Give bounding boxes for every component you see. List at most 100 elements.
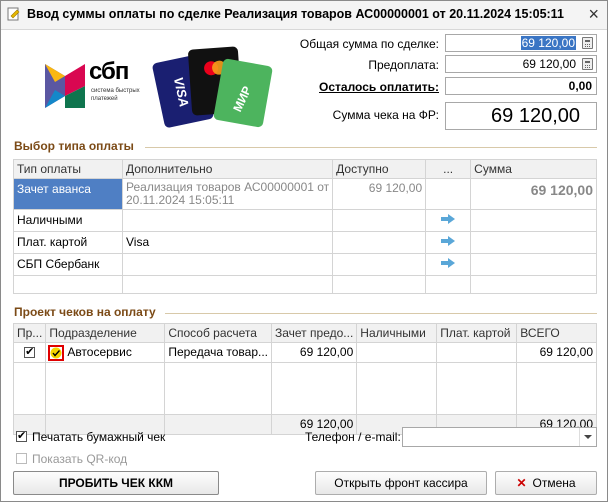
visa-text: VISA	[170, 75, 192, 109]
col-card[interactable]: Плат. картой	[436, 323, 518, 343]
sbp-logo-subtitle-2: платежей	[91, 96, 118, 102]
total-label: Общая сумма по сделке:	[299, 37, 439, 51]
receipt-value: 69 120,00	[491, 105, 580, 127]
action-cell[interactable]	[425, 178, 472, 210]
prepay-value: 69 120,00	[522, 57, 576, 71]
checkmark-icon[interactable]	[48, 344, 65, 361]
sum-cell[interactable]	[470, 231, 597, 254]
empty-row	[13, 275, 597, 294]
chevron-down-icon[interactable]	[579, 428, 596, 446]
receipts-section-title: Проект чеков на оплату	[14, 305, 156, 319]
show-qr-checkbox[interactable]	[16, 453, 27, 464]
available-cell[interactable]	[332, 231, 427, 254]
additional-line-2: 20.11.2024 15:05:11	[126, 193, 235, 207]
col-division[interactable]: Подразделение	[45, 323, 166, 343]
table-row[interactable]: Плат. картой Visa	[13, 231, 597, 254]
col-offset[interactable]: Зачет предо...	[270, 323, 358, 343]
title-bar: Ввод суммы оплаты по сделке Реализация т…	[1, 1, 607, 30]
table-row[interactable]: Зачет аванса Реализация товаров АС000000…	[13, 178, 597, 210]
col-cash[interactable]: Наличными	[356, 323, 438, 343]
available-cell[interactable]	[332, 253, 427, 276]
col-payment-type[interactable]: Тип оплаты	[13, 159, 123, 179]
sum-cell[interactable]: 69 120,00	[470, 178, 597, 210]
phone-email-field[interactable]	[402, 427, 597, 447]
calculator-icon[interactable]	[582, 37, 593, 49]
table-row[interactable]: Наличными	[13, 209, 597, 232]
document-edit-icon	[7, 7, 20, 21]
table-row[interactable]: СБП Сбербанк	[13, 253, 597, 276]
payment-type-cell[interactable]: СБП Сбербанк	[13, 253, 123, 276]
action-cell[interactable]	[425, 209, 472, 232]
remaining-value: 0,00	[568, 79, 592, 93]
print-checkbox[interactable]	[24, 345, 36, 358]
col-additional[interactable]: Дополнительно	[121, 159, 334, 179]
action-cell[interactable]	[425, 253, 472, 276]
punch-receipt-button[interactable]: ПРОБИТЬ ЧЕК ККМ	[13, 471, 219, 495]
open-cashier-front-label: Открыть фронт кассира	[334, 476, 468, 490]
section-divider	[145, 147, 597, 148]
payment-type-cell[interactable]: Зачет аванса	[13, 178, 123, 210]
col-method[interactable]: Способ расчета	[164, 323, 272, 343]
receipt-label: Сумма чека на ФР:	[332, 108, 439, 122]
remaining-field: 0,00	[445, 77, 597, 95]
sbp-logo: сбп система быстрых платежей	[43, 58, 143, 114]
total-value: 69 120,00	[520, 36, 576, 50]
close-button[interactable]: ×	[588, 4, 599, 25]
arrow-right-icon[interactable]	[441, 258, 456, 268]
total-cell[interactable]: 69 120,00	[516, 342, 597, 363]
payment-types-table: Тип оплаты Дополнительно Доступно ... Су…	[13, 159, 597, 294]
cash-cell[interactable]	[356, 342, 438, 363]
division-cell[interactable]: Автосервис	[45, 342, 166, 363]
prepay-label: Предоплата:	[368, 58, 439, 72]
action-cell[interactable]	[425, 231, 472, 254]
col-available[interactable]: Доступно	[332, 159, 427, 179]
print-paper-label[interactable]: Печатать бумажный чек	[32, 430, 165, 444]
additional-cell[interactable]	[121, 253, 334, 276]
receipt-field: 69 120,00	[445, 102, 597, 130]
mir-text: МИР	[230, 83, 255, 114]
card-cell[interactable]	[436, 342, 518, 363]
arrow-right-icon[interactable]	[441, 214, 456, 224]
method-cell[interactable]: Передача товар...	[164, 342, 272, 363]
empty-row	[12, 362, 597, 415]
punch-receipt-label: ПРОБИТЬ ЧЕК ККМ	[58, 476, 174, 490]
print-paper-checkbox[interactable]	[16, 429, 27, 442]
additional-cell[interactable]	[121, 209, 334, 232]
sum-cell[interactable]	[470, 209, 597, 232]
payment-types-section-title: Выбор типа оплаты	[14, 139, 134, 153]
sbp-logo-subtitle-1: система быстрых	[91, 88, 140, 94]
total-field[interactable]: 69 120,00	[445, 34, 597, 52]
table-header-row: Тип оплаты Дополнительно Доступно ... Су…	[13, 159, 597, 179]
print-checkbox-cell[interactable]	[12, 342, 47, 363]
payment-cards-logo: VISA МИР	[151, 44, 286, 129]
cancel-label: Отмена	[532, 476, 576, 490]
division-text: Автосервис	[67, 345, 132, 359]
col-action[interactable]: ...	[425, 159, 472, 179]
offset-cell[interactable]: 69 120,00	[270, 342, 358, 363]
receipts-table: Пр... Подразделение Способ расчета Зачет…	[12, 323, 597, 435]
payment-type-cell[interactable]: Наличными	[13, 209, 123, 232]
table-header-row: Пр... Подразделение Способ расчета Зачет…	[12, 323, 597, 343]
available-cell[interactable]: 69 120,00	[332, 178, 427, 210]
table-row[interactable]: Автосервис Передача товар... 69 120,00 6…	[12, 342, 597, 363]
prepay-field[interactable]: 69 120,00	[445, 55, 597, 73]
additional-cell[interactable]: Visa	[121, 231, 334, 254]
sum-cell[interactable]	[470, 253, 597, 276]
remaining-label: Осталось оплатить:	[319, 80, 439, 94]
arrow-right-icon[interactable]	[441, 236, 456, 246]
show-qr-label: Показать QR-код	[32, 452, 128, 466]
sbp-mark-icon	[45, 64, 85, 108]
dialog-content: сбп система быстрых платежей VISA МИР Об…	[1, 30, 607, 501]
available-cell[interactable]	[332, 209, 427, 232]
col-sum[interactable]: Сумма	[470, 159, 597, 179]
additional-cell[interactable]: Реализация товаров АС00000001 от 20.11.2…	[121, 178, 334, 210]
open-cashier-front-button[interactable]: Открыть фронт кассира	[315, 471, 487, 495]
section-divider	[165, 313, 597, 314]
mir-card: МИР	[212, 58, 274, 128]
col-print[interactable]: Пр...	[12, 323, 47, 343]
payment-type-cell[interactable]: Плат. картой	[13, 231, 123, 254]
cancel-icon: ✕	[516, 476, 527, 490]
cancel-button[interactable]: ✕ Отмена	[495, 471, 597, 495]
calculator-icon[interactable]	[582, 58, 593, 70]
col-total[interactable]: ВСЕГО	[516, 323, 597, 343]
